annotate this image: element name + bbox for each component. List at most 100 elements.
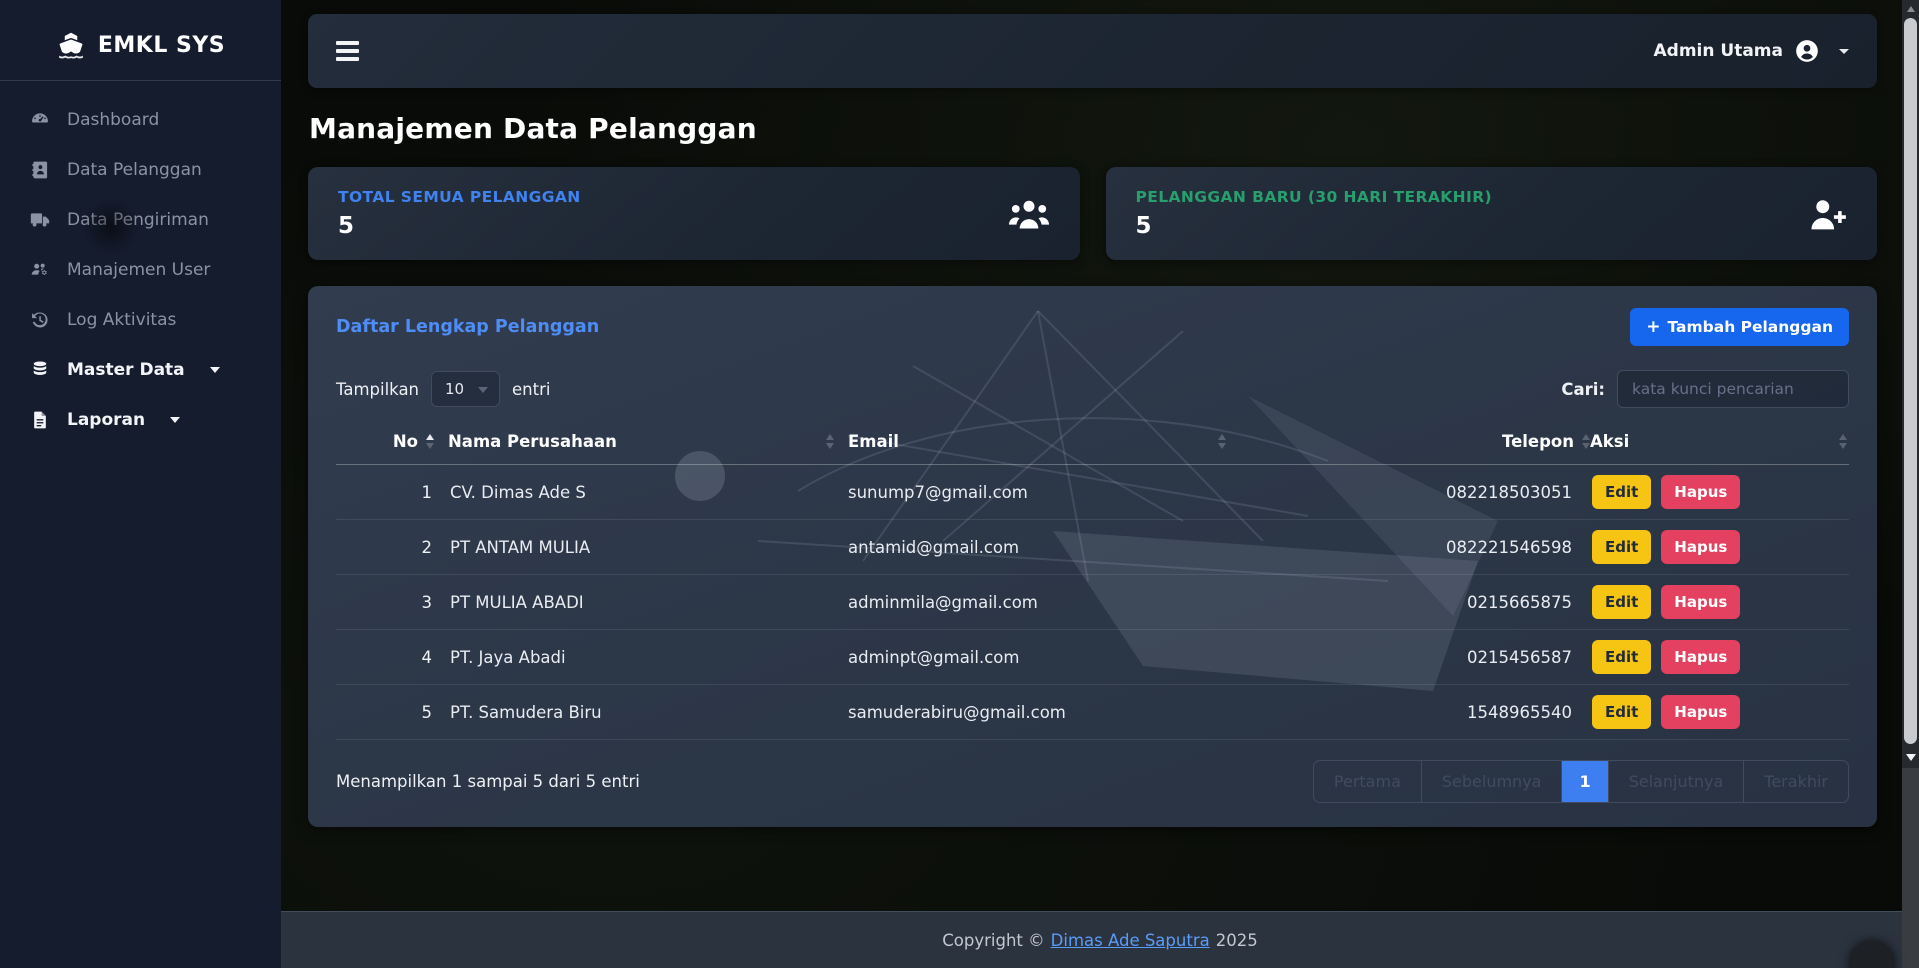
delete-button[interactable]: Hapus [1661, 530, 1740, 564]
ship-icon [56, 30, 86, 60]
edit-button[interactable]: Edit [1592, 585, 1651, 619]
stat-cards: TOTAL SEMUA PELANGGAN 5 PELANGGAN BARU (… [308, 167, 1877, 260]
table-row: 1CV. Dimas Ade Ssunump7@gmail.com0822185… [336, 465, 1849, 520]
copyright-year: 2025 [1216, 931, 1258, 950]
cell-email: sunump7@gmail.com [848, 473, 1240, 512]
sidebar-item-data-pelanggan[interactable]: Data Pelanggan [0, 145, 281, 195]
pagination-last[interactable]: Terakhir [1744, 761, 1848, 802]
cell-telepon: 082218503051 [1240, 473, 1590, 512]
delete-button[interactable]: Hapus [1661, 585, 1740, 619]
address-book-icon [30, 160, 50, 180]
column-header-email[interactable]: Email [848, 432, 1240, 451]
page-size-select[interactable]: 10 [431, 371, 500, 407]
edit-button[interactable]: Edit [1592, 475, 1651, 509]
cell-aksi: Edit Hapus [1590, 685, 1849, 739]
search-input[interactable] [1617, 370, 1849, 408]
edit-button[interactable]: Edit [1592, 695, 1651, 729]
cell-nama: PT ANTAM MULIA [448, 528, 848, 567]
truck-icon [30, 210, 50, 230]
chevron-down-icon [210, 367, 220, 373]
sort-icon [826, 434, 834, 449]
search-control: Cari: [1561, 370, 1849, 408]
column-header-telepon[interactable]: Telepon [1240, 432, 1590, 451]
hamburger-icon [336, 41, 359, 45]
users-gear-icon [30, 260, 50, 280]
pagination-page-1[interactable]: 1 [1562, 761, 1608, 802]
cell-nama: CV. Dimas Ade S [448, 473, 848, 512]
stat-label: PELANGGAN BARU (30 HARI TERAKHIR) [1136, 188, 1493, 206]
cell-aksi: Edit Hapus [1590, 465, 1849, 519]
page-title: Manajemen Data Pelanggan [309, 112, 1877, 145]
stat-card-total-pelanggan: TOTAL SEMUA PELANGGAN 5 [308, 167, 1080, 260]
table-controls: Tampilkan 10 entri Cari: [308, 362, 1877, 426]
column-header-nama[interactable]: Nama Perusahaan [448, 432, 848, 451]
author-link[interactable]: Dimas Ade Saputra [1051, 931, 1210, 950]
page-size-select-wrap: 10 [431, 371, 500, 407]
page-length-control: Tampilkan 10 entri [336, 371, 550, 407]
column-header-aksi[interactable]: Aksi [1590, 432, 1849, 451]
cell-telepon: 1548965540 [1240, 693, 1590, 732]
footer: Copyright © Dimas Ade Saputra 2025 [281, 911, 1919, 968]
sidebar-item-master-data[interactable]: Master Data [0, 345, 281, 395]
pagination-next[interactable]: Selanjutnya [1609, 761, 1745, 802]
user-name: Admin Utama [1654, 41, 1783, 61]
cell-nama: PT. Samudera Biru [448, 693, 848, 732]
delete-button[interactable]: Hapus [1661, 640, 1740, 674]
top-navbar: Admin Utama [308, 14, 1877, 88]
sidebar-item-laporan[interactable]: Laporan [0, 395, 281, 445]
scrollbar-track[interactable] [1902, 768, 1919, 968]
cell-aksi: Edit Hapus [1590, 575, 1849, 629]
table-body: 1CV. Dimas Ade Ssunump7@gmail.com0822185… [336, 465, 1849, 740]
database-icon [30, 360, 50, 380]
cell-no: 4 [336, 638, 448, 677]
delete-button[interactable]: Hapus [1661, 695, 1740, 729]
sidebar-item-manajemen-user[interactable]: Manajemen User [0, 245, 281, 295]
cell-nama: PT. Jaya Abadi [448, 638, 848, 677]
cell-no: 1 [336, 473, 448, 512]
cell-telepon: 0215456587 [1240, 638, 1590, 677]
table-info: Menampilkan 1 sampai 5 dari 5 entri [336, 772, 640, 791]
gauge-icon [30, 110, 50, 130]
cell-email: samuderabiru@gmail.com [848, 693, 1240, 732]
plus-icon: + [1646, 319, 1660, 336]
sidebar-item-data-pengiriman[interactable]: Data Pengiriman [0, 195, 281, 245]
sidebar-item-label: Dashboard [67, 110, 159, 130]
customer-table: No Nama Perusahaan Email Telepon [336, 426, 1849, 740]
add-customer-button[interactable]: + Tambah Pelanggan [1630, 308, 1849, 346]
sidebar-toggle-button[interactable] [336, 41, 359, 61]
sort-icon [1218, 434, 1226, 449]
content: Admin Utama Manajemen Data Pelanggan TOT… [281, 0, 1919, 827]
delete-button[interactable]: Hapus [1661, 475, 1740, 509]
table-row: 2PT ANTAM MULIAantamid@gmail.com08222154… [336, 520, 1849, 575]
sidebar-item-dashboard[interactable]: Dashboard [0, 95, 281, 145]
history-icon [30, 310, 50, 330]
brand-title: EMKL SYS [98, 33, 225, 58]
cell-no: 3 [336, 583, 448, 622]
pagination-first[interactable]: Pertama [1314, 761, 1422, 802]
sidebar: EMKL SYS Dashboard Data Pelanggan Data P… [0, 0, 281, 968]
scroll-down-arrow-icon[interactable] [1902, 748, 1919, 766]
entries-label: entri [512, 380, 550, 399]
scrollbar-thumb[interactable] [1904, 18, 1917, 744]
pagination-prev[interactable]: Sebelumnya [1422, 761, 1563, 802]
show-label: Tampilkan [336, 380, 419, 399]
column-header-no[interactable]: No [336, 432, 448, 451]
cell-telepon: 082221546598 [1240, 528, 1590, 567]
edit-button[interactable]: Edit [1592, 640, 1651, 674]
main-area: Admin Utama Manajemen Data Pelanggan TOT… [281, 0, 1919, 968]
cell-no: 2 [336, 528, 448, 567]
stat-card-pelanggan-baru: PELANGGAN BARU (30 HARI TERAKHIR) 5 [1106, 167, 1878, 260]
user-menu[interactable]: Admin Utama [1654, 38, 1849, 64]
user-plus-icon [1805, 196, 1847, 232]
scroll-up-arrow-icon[interactable] [1902, 1, 1919, 16]
brand: EMKL SYS [0, 22, 281, 80]
table-row: 4PT. Jaya Abadiadminpt@gmail.com02154565… [336, 630, 1849, 685]
cell-aksi: Edit Hapus [1590, 630, 1849, 684]
table-row: 5PT. Samudera Birusamuderabiru@gmail.com… [336, 685, 1849, 740]
file-lines-icon [30, 410, 50, 430]
table-card-header: Daftar Lengkap Pelanggan + Tambah Pelang… [308, 286, 1877, 362]
user-circle-icon [1794, 38, 1820, 64]
cell-no: 5 [336, 693, 448, 732]
edit-button[interactable]: Edit [1592, 530, 1651, 564]
sidebar-item-log-aktivitas[interactable]: Log Aktivitas [0, 295, 281, 345]
